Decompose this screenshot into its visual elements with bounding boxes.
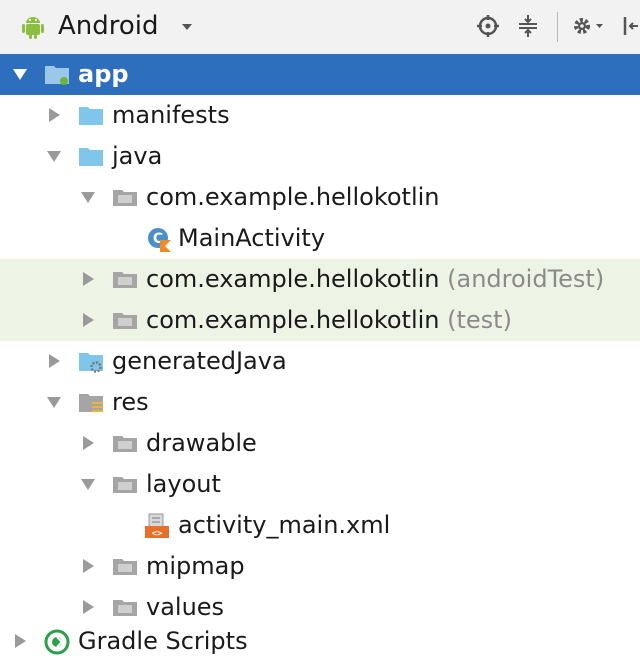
tree-item-mipmap[interactable]: mipmap <box>0 546 640 587</box>
tree-item-generated-java[interactable]: generatedJava <box>0 341 640 382</box>
folder-icon <box>78 103 104 129</box>
package-name: com.example.hellokotlin <box>146 265 440 293</box>
chevron-down-icon[interactable] <box>180 20 194 34</box>
android-icon <box>22 17 44 39</box>
chevron-down-icon[interactable] <box>12 66 28 82</box>
collapse-all-icon[interactable] <box>515 13 541 39</box>
crosshair-icon[interactable] <box>475 13 501 39</box>
chevron-right-icon[interactable] <box>80 599 96 615</box>
tree-item-app[interactable]: app <box>0 54 640 95</box>
tree-item-label: com.example.hellokotlin (androidTest) <box>146 262 604 296</box>
tree-item-layout[interactable]: layout <box>0 464 640 505</box>
folder-icon <box>112 431 138 457</box>
chevron-right-icon[interactable] <box>80 435 96 451</box>
tree-item-manifests[interactable]: manifests <box>0 95 640 136</box>
tree-item-activity-main-xml[interactable]: <> activity_main.xml <box>0 505 640 546</box>
hide-icon[interactable] <box>622 13 640 39</box>
folder-icon <box>112 472 138 498</box>
package-icon <box>112 267 138 293</box>
tree-item-java[interactable]: java <box>0 136 640 177</box>
tree-item-label: drawable <box>146 429 257 457</box>
chevron-down-icon[interactable] <box>46 394 62 410</box>
chevron-right-icon[interactable] <box>12 633 28 649</box>
tree-item-main-activity[interactable]: C MainActivity <box>0 218 640 259</box>
chevron-right-icon[interactable] <box>46 353 62 369</box>
tree-item-label: generatedJava <box>112 347 287 375</box>
module-folder-icon <box>45 66 69 85</box>
tree-item-label: layout <box>146 470 221 498</box>
folder-icon <box>78 144 104 170</box>
source-set-suffix: (androidTest) <box>447 265 605 293</box>
chevron-down-icon[interactable] <box>80 189 96 205</box>
package-icon <box>112 308 138 334</box>
project-toolbar: Android <box>0 0 640 54</box>
kotlin-class-icon: C <box>148 228 171 252</box>
xml-file-icon: <> <box>145 513 169 539</box>
svg-text:<>: <> <box>152 529 163 539</box>
gear-icon[interactable] <box>570 13 606 39</box>
view-selector[interactable]: Android <box>58 10 159 42</box>
tree-item-label: MainActivity <box>178 224 326 252</box>
tree-item-label: mipmap <box>146 552 245 580</box>
tree-item-label: activity_main.xml <box>178 511 391 539</box>
source-set-suffix: (test) <box>447 306 512 334</box>
tree-item-drawable[interactable]: drawable <box>0 423 640 464</box>
folder-icon <box>112 554 138 580</box>
tree-item-res[interactable]: res <box>0 382 640 423</box>
gradle-icon <box>44 629 70 655</box>
folder-icon <box>112 595 138 621</box>
chevron-right-icon[interactable] <box>46 107 62 123</box>
tree-item-package-main[interactable]: com.example.hellokotlin <box>0 177 640 218</box>
tree-item-label: values <box>146 593 225 621</box>
tree-item-label: app <box>78 60 129 88</box>
chevron-right-icon[interactable] <box>80 312 96 328</box>
tree-item-label: com.example.hellokotlin (test) <box>146 303 512 337</box>
toolbar-separator <box>557 12 558 42</box>
generated-folder-icon <box>79 353 103 373</box>
tree-item-label: com.example.hellokotlin <box>146 183 440 211</box>
chevron-down-icon[interactable] <box>46 148 62 164</box>
tree-item-label: Gradle Scripts <box>78 627 248 655</box>
package-icon <box>112 185 138 211</box>
tree-item-package-test[interactable]: com.example.hellokotlin (test) <box>0 300 640 341</box>
tree-item-label: java <box>112 142 163 170</box>
tree-item-gradle-scripts[interactable]: Gradle Scripts <box>0 621 640 662</box>
tree-item-package-android-test[interactable]: com.example.hellokotlin (androidTest) <box>0 259 640 300</box>
tree-item-label: manifests <box>112 101 230 129</box>
chevron-right-icon[interactable] <box>80 271 96 287</box>
package-name: com.example.hellokotlin <box>146 306 440 334</box>
resources-folder-icon <box>79 394 103 412</box>
chevron-right-icon[interactable] <box>80 558 96 574</box>
tree-item-label: res <box>112 388 149 416</box>
chevron-down-icon[interactable] <box>80 476 96 492</box>
